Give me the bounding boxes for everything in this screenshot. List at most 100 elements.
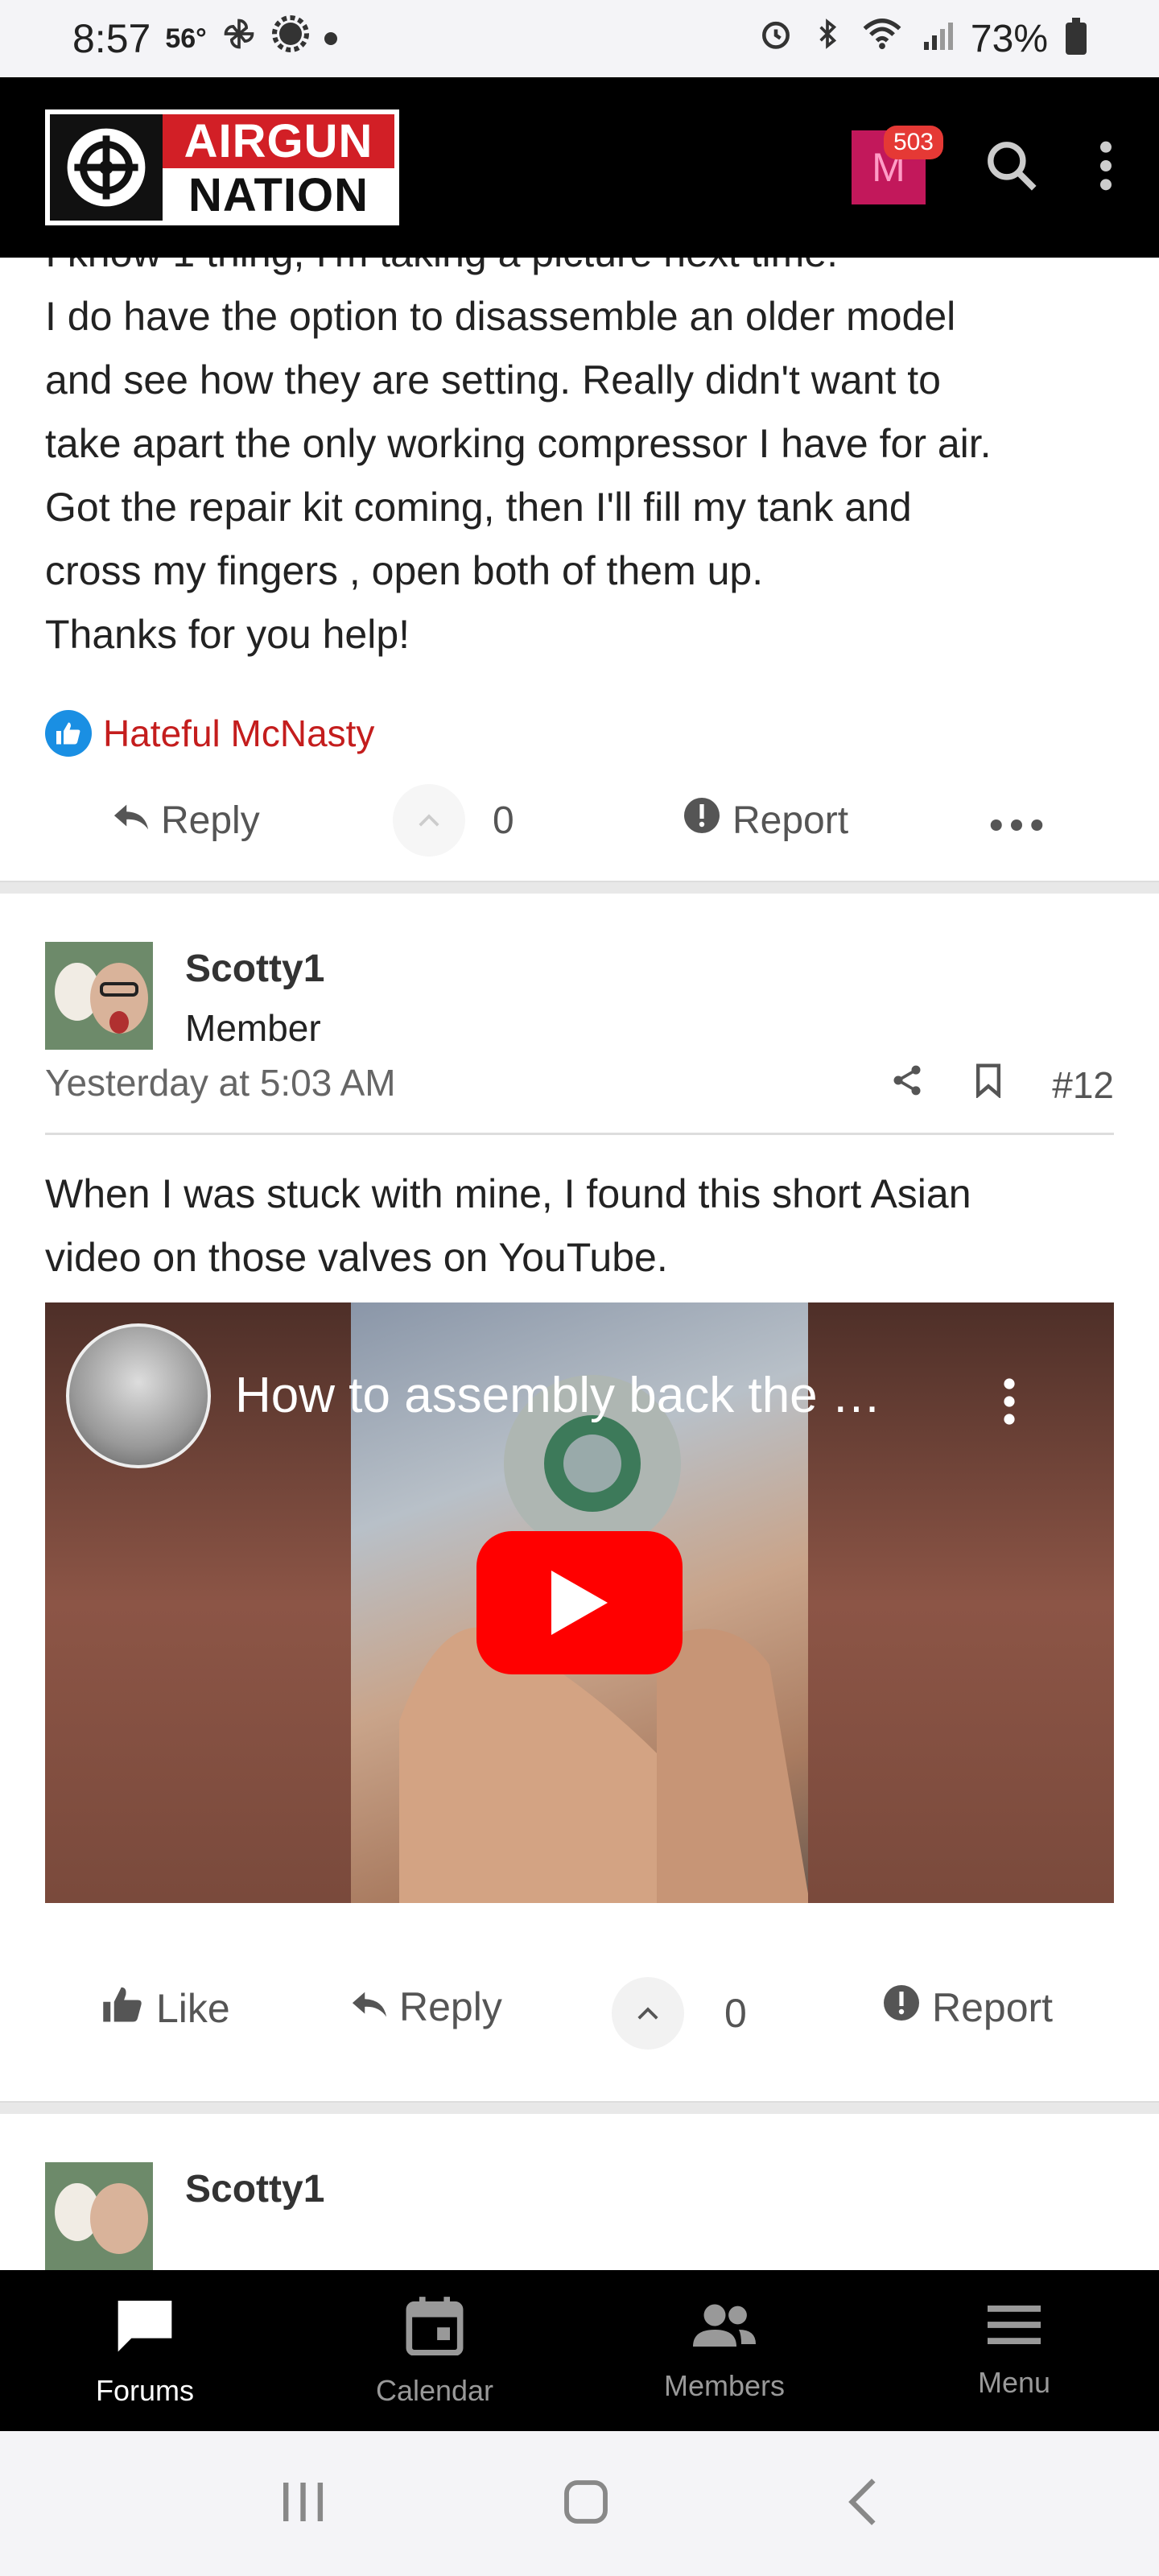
- nav-menu[interactable]: Menu: [869, 2270, 1159, 2431]
- reply-button[interactable]: Reply: [351, 1984, 502, 2030]
- page: 8:57 56° 73% AIRGUN NATION M 503 I do ha…: [0, 0, 1159, 2576]
- notification-badge: 503: [883, 126, 943, 159]
- notification-dot-icon: [324, 32, 337, 45]
- post-line: cross my fingers , open both of them up.: [45, 548, 764, 593]
- more-vertical-icon[interactable]: [1098, 138, 1114, 198]
- post-body: When I was stuck with mine, I found this…: [0, 1162, 1159, 1290]
- post-line: video on those valves on YouTube.: [45, 1235, 668, 1280]
- reply-button[interactable]: Reply: [113, 799, 260, 843]
- nav-calendar[interactable]: Calendar: [290, 2270, 580, 2431]
- nav-label: Forums: [95, 2373, 194, 2407]
- alarm-icon: [758, 16, 794, 61]
- app-header: AIRGUN NATION M 503: [0, 77, 1159, 258]
- crosshair-icon: [50, 114, 163, 221]
- vote-count: 0: [724, 1991, 747, 2036]
- post-line-cut: I know 1 thing, I'm taking a picture nex…: [45, 258, 1114, 285]
- recent-apps-icon[interactable]: [277, 2478, 328, 2530]
- gear-icon: [271, 14, 310, 63]
- post-header: Scotty1 Member Yesterday at 5:03 AM #12: [0, 894, 1159, 1135]
- back-icon[interactable]: [843, 2476, 882, 2532]
- more-options-button[interactable]: [988, 799, 1045, 843]
- nav-label: Members: [663, 2368, 786, 2402]
- report-label: Report: [932, 1985, 1054, 2030]
- reply-label: Reply: [399, 1984, 502, 2029]
- reaction-summary: Hateful McNasty: [0, 710, 1159, 757]
- youtube-embed[interactable]: How to assembly back the …: [45, 1302, 1114, 1903]
- post-timestamp[interactable]: Yesterday at 5:03 AM: [45, 1061, 396, 1104]
- nav-forums[interactable]: Forums: [0, 2270, 290, 2431]
- post-line: take apart the only working compressor I…: [45, 421, 992, 466]
- account-avatar[interactable]: M 503: [852, 126, 943, 204]
- bottom-navigation: Forums Calendar Members Menu: [0, 2270, 1159, 2431]
- post-action-bar: Reply 0 Report: [0, 776, 1159, 865]
- members-icon: [691, 2299, 758, 2358]
- post-divider: [0, 2101, 1159, 2114]
- reply-label: Reply: [161, 799, 260, 842]
- vote-count: 0: [493, 799, 514, 842]
- share-icon[interactable]: [889, 1063, 925, 1107]
- vote-control: 0: [393, 784, 514, 857]
- system-navigation-bar: [0, 2431, 1159, 2576]
- like-button[interactable]: Like: [101, 1984, 230, 2033]
- play-icon: [551, 1571, 608, 1635]
- reaction-user-link[interactable]: Hateful McNasty: [103, 712, 374, 755]
- post-body: I know 1 thing, I'm taking a picture nex…: [0, 258, 1159, 667]
- post-line: When I was stuck with mine, I found this…: [45, 1171, 971, 1216]
- post-username[interactable]: Scotty1: [185, 947, 324, 991]
- upvote-button[interactable]: [612, 1977, 684, 2050]
- status-time: 8:57: [72, 16, 151, 61]
- status-bar: 8:57 56° 73%: [0, 0, 1159, 77]
- alert-icon: [683, 796, 721, 844]
- wifi-icon: [861, 16, 903, 61]
- report-button[interactable]: Report: [882, 1984, 1053, 2032]
- signal-icon: [921, 17, 953, 61]
- post-tools: #12: [889, 1063, 1114, 1107]
- calendar-icon: [406, 2294, 464, 2363]
- header-rule: [45, 1133, 1114, 1135]
- hamburger-menu-icon: [985, 2302, 1043, 2355]
- logo-line-1: AIRGUN: [163, 114, 394, 168]
- video-title[interactable]: How to assembly back the …: [235, 1367, 881, 1424]
- video-more-icon[interactable]: [1001, 1375, 1017, 1432]
- post-username[interactable]: Scotty1: [185, 2167, 324, 2211]
- forums-icon: [113, 2294, 177, 2363]
- post-line: I do have the option to disassemble an o…: [45, 294, 956, 339]
- search-icon[interactable]: [982, 136, 1041, 200]
- user-avatar[interactable]: [45, 2162, 153, 2270]
- user-avatar[interactable]: [45, 942, 153, 1050]
- thread-content: I know 1 thing, I'm taking a picture nex…: [0, 258, 1159, 2270]
- reply-arrow-icon: [351, 1984, 388, 2030]
- pinwheel-icon: [221, 16, 257, 61]
- more-horizontal-icon: [988, 799, 1045, 843]
- report-button[interactable]: Report: [683, 796, 848, 844]
- like-label: Like: [156, 1986, 230, 2031]
- post-line: Thanks for you help!: [45, 612, 410, 657]
- nav-members[interactable]: Members: [580, 2270, 869, 2431]
- alert-icon: [882, 1984, 921, 2032]
- bluetooth-icon: [811, 16, 843, 61]
- upvote-button[interactable]: [393, 784, 465, 857]
- battery-icon: [1066, 18, 1087, 55]
- nav-label: Menu: [977, 2365, 1051, 2399]
- post-line: and see how they are setting. Really did…: [45, 357, 941, 402]
- user-role: Member: [185, 1007, 321, 1049]
- thumbs-up-icon: [101, 1984, 145, 2033]
- home-icon[interactable]: [560, 2476, 612, 2532]
- channel-avatar[interactable]: [66, 1323, 211, 1468]
- vote-control: 0: [612, 1977, 747, 2050]
- logo-line-2: NATION: [163, 168, 394, 222]
- battery-percent: 73%: [970, 17, 1048, 60]
- post-action-bar: Like Reply 0 Report: [0, 1967, 1159, 2064]
- play-button[interactable]: [476, 1531, 683, 1674]
- thumbs-up-icon: [45, 710, 92, 757]
- reply-arrow-icon: [113, 799, 150, 843]
- status-temperature: 56°: [165, 23, 207, 54]
- report-label: Report: [732, 799, 849, 842]
- post-divider: [0, 881, 1159, 894]
- site-logo[interactable]: AIRGUN NATION: [45, 109, 399, 225]
- bookmark-icon[interactable]: [973, 1063, 1004, 1107]
- nav-label: Calendar: [375, 2373, 494, 2407]
- post-number-link[interactable]: #12: [1052, 1063, 1114, 1107]
- post-header: Scotty1: [0, 2114, 1159, 2270]
- post-line: Got the repair kit coming, then I'll fil…: [45, 485, 912, 530]
